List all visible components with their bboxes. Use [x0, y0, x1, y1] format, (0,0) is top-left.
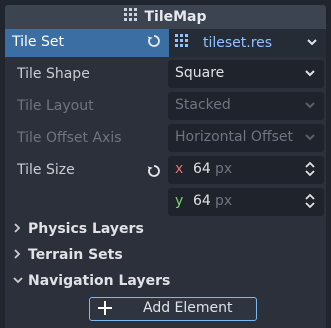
spinner-icon[interactable]	[304, 161, 316, 181]
tile-offset-axis-dropdown: Horizontal Offset	[168, 124, 324, 152]
tile-layout-dropdown: Stacked	[168, 92, 324, 120]
inspector-header: TileMap	[5, 5, 326, 29]
physics-layers-section[interactable]: Physics Layers	[13, 221, 144, 237]
tile-size-x-field[interactable]: x 64 px	[168, 156, 324, 184]
tile-shape-label: Tile Shape	[17, 66, 90, 82]
tilemap-grid-icon	[124, 8, 138, 26]
spinner-icon[interactable]	[304, 193, 316, 213]
tile-offset-axis-value: Horizontal Offset	[175, 129, 293, 145]
chevron-down-icon	[304, 66, 316, 84]
physics-layers-label: Physics Layers	[28, 221, 144, 237]
tile-set-properties-panel: Tile Shape Square Tile Layout Stacked Ti…	[5, 57, 326, 328]
navigation-layers-label: Navigation Layers	[28, 273, 171, 289]
tile-set-resource-name: tileset.res	[203, 35, 273, 51]
add-element-label: Add Element	[143, 300, 233, 316]
tile-size-x-unit: px	[215, 161, 233, 177]
tile-size-y-unit: px	[215, 193, 233, 209]
tile-size-y-field[interactable]: y 64 px	[168, 188, 324, 216]
tile-set-resource-picker[interactable]: tileset.res	[169, 29, 326, 57]
revert-icon[interactable]	[146, 33, 162, 53]
revert-icon[interactable]	[146, 163, 162, 183]
chevron-down-icon[interactable]	[306, 35, 318, 53]
y-axis-label: y	[175, 193, 184, 209]
tile-layout-label: Tile Layout	[17, 98, 94, 114]
add-element-button[interactable]: Add Element	[89, 297, 257, 321]
tile-size-y-value: 64	[193, 193, 211, 209]
tile-set-label: Tile Set	[12, 34, 64, 50]
tile-shape-value: Square	[175, 65, 225, 81]
terrain-sets-section[interactable]: Terrain Sets	[13, 247, 123, 263]
tileset-resource-icon	[175, 34, 189, 52]
chevron-right-icon	[13, 247, 24, 263]
chevron-right-icon	[13, 221, 24, 237]
inspector-title: TileMap	[144, 9, 207, 25]
chevron-down-icon	[304, 98, 316, 116]
terrain-sets-label: Terrain Sets	[28, 247, 123, 263]
navigation-layers-section[interactable]: Navigation Layers	[13, 273, 170, 289]
chevron-down-icon	[304, 130, 316, 148]
x-axis-label: x	[175, 161, 184, 177]
tile-offset-axis-label: Tile Offset Axis	[17, 130, 122, 146]
plus-icon	[96, 299, 114, 321]
tile-size-x-value: 64	[193, 161, 211, 177]
tile-layout-value: Stacked	[175, 97, 231, 113]
chevron-down-icon	[13, 273, 24, 289]
tile-size-label: Tile Size	[17, 162, 75, 178]
tile-shape-dropdown[interactable]: Square	[168, 60, 324, 88]
tile-set-row[interactable]: Tile Set tileset.res	[5, 29, 326, 57]
